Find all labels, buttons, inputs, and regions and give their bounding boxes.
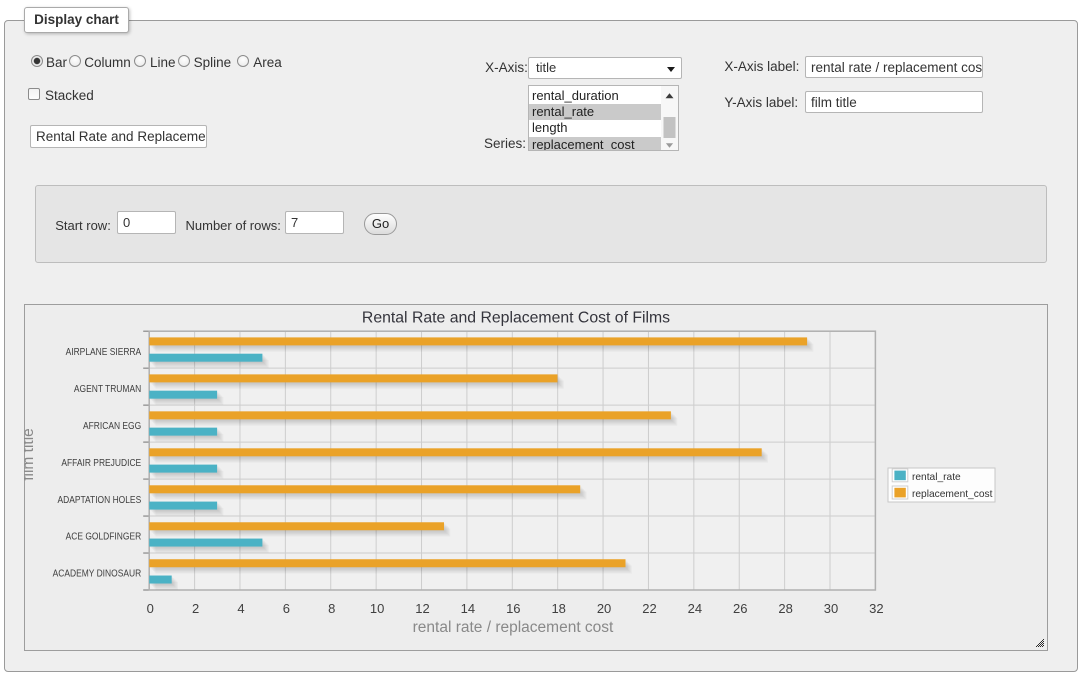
svg-text:32: 32 (869, 601, 883, 616)
svg-text:12: 12 (415, 601, 429, 616)
svg-text:30: 30 (824, 601, 838, 616)
svg-text:AFFAIR PREJUDICE: AFFAIR PREJUDICE (61, 458, 141, 469)
svg-text:rental rate / replacement cost: rental rate / replacement cost (413, 619, 614, 636)
svg-text:replacement_cost: replacement_cost (912, 489, 993, 500)
svg-text:6: 6 (283, 601, 290, 616)
svg-text:26: 26 (733, 601, 747, 616)
svg-text:22: 22 (642, 601, 656, 616)
svg-text:AGENT TRUMAN: AGENT TRUMAN (74, 384, 141, 395)
svg-text:28: 28 (778, 601, 792, 616)
svg-text:AFRICAN EGG: AFRICAN EGG (83, 421, 141, 432)
svg-text:18: 18 (551, 601, 565, 616)
svg-text:20: 20 (597, 601, 611, 616)
svg-text:0: 0 (147, 601, 154, 616)
svg-text:ADAPTATION HOLES: ADAPTATION HOLES (58, 495, 142, 506)
svg-text:AIRPLANE SIERRA: AIRPLANE SIERRA (66, 347, 142, 358)
svg-text:10: 10 (370, 601, 384, 616)
svg-text:4: 4 (237, 601, 244, 616)
svg-text:8: 8 (328, 601, 335, 616)
svg-text:ACADEMY DINOSAUR: ACADEMY DINOSAUR (53, 569, 142, 580)
svg-text:14: 14 (461, 601, 475, 616)
svg-text:16: 16 (506, 601, 520, 616)
svg-text:ACE GOLDFINGER: ACE GOLDFINGER (66, 532, 142, 543)
svg-text:24: 24 (688, 601, 702, 616)
svg-text:2: 2 (192, 601, 199, 616)
svg-text:film title: film title (24, 428, 37, 481)
svg-text:Rental Rate and Replacement Co: Rental Rate and Replacement Cost of Film… (362, 310, 670, 327)
svg-text:rental_rate: rental_rate (912, 472, 961, 483)
